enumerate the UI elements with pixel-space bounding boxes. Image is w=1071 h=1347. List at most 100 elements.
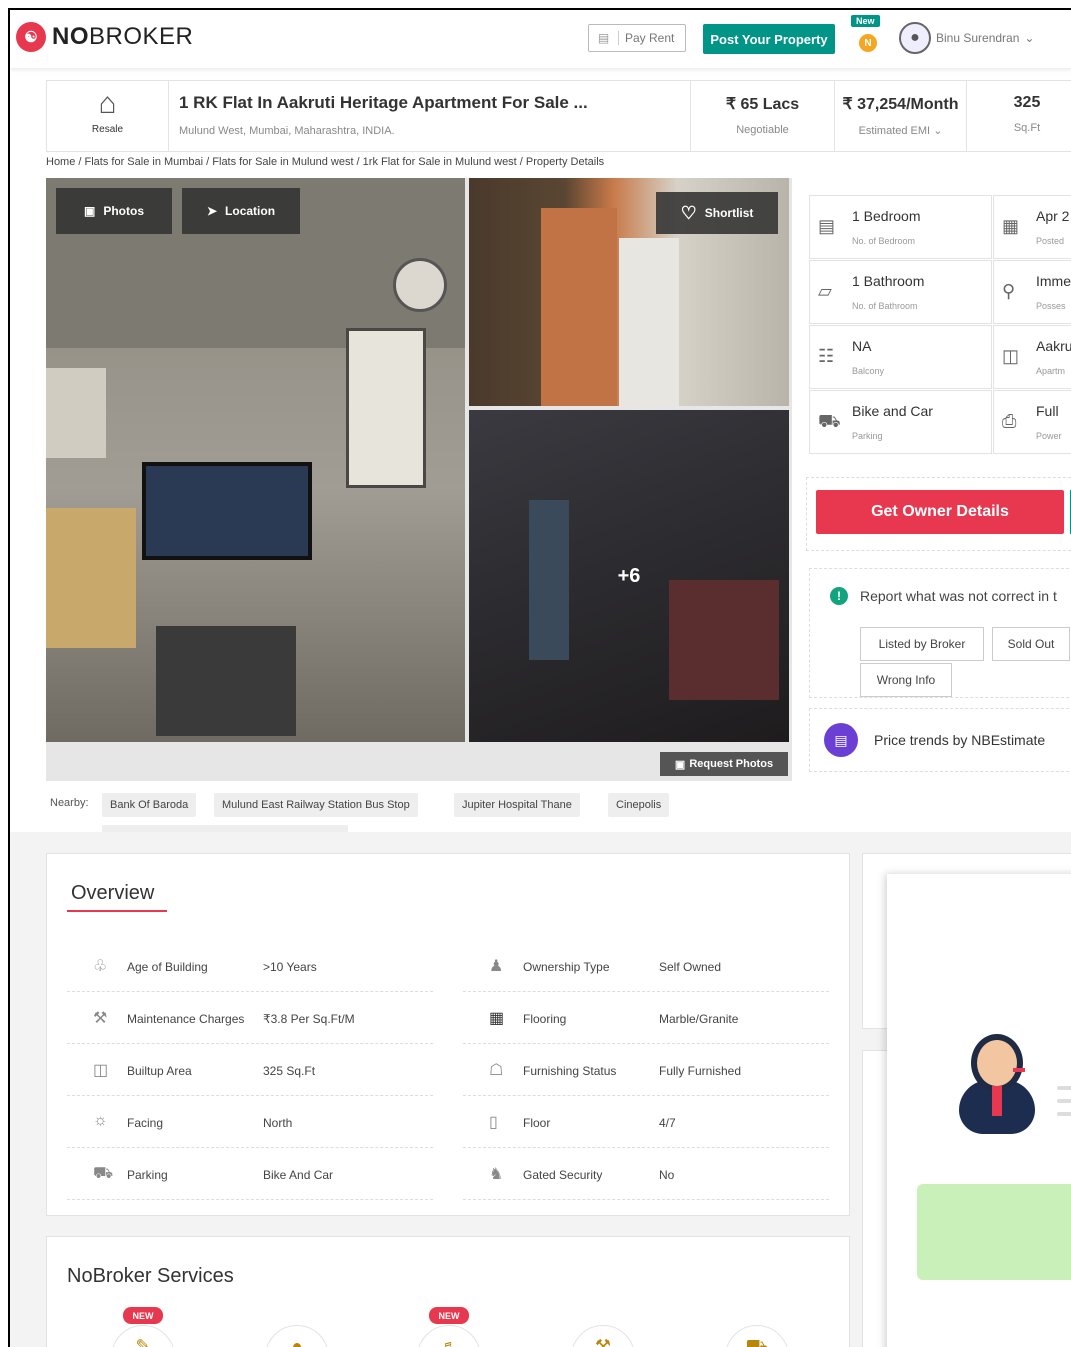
property-address: Mulund West, Mumbai, Maharashtra, INDIA.	[179, 125, 395, 137]
car-icon: ⛟	[93, 1165, 114, 1182]
car-icon: ⛟	[818, 411, 841, 431]
compass-icon: ☼	[93, 1112, 108, 1129]
menu-icon[interactable]	[1057, 1086, 1071, 1125]
fact-possession: ⚲ Imme Posses	[993, 260, 1071, 324]
fact-posted: ▦ Apr 2 Posted	[993, 195, 1071, 259]
listed-by-broker-button[interactable]: Listed by Broker	[860, 627, 984, 661]
nearby-label: Nearby:	[50, 797, 89, 809]
wrong-info-button[interactable]: Wrong Info	[860, 663, 952, 697]
shortlist-button[interactable]: ♡ Shortlist	[656, 192, 778, 234]
secondary-photo-room[interactable]: +6	[469, 410, 789, 742]
photos-label: Photos	[103, 204, 144, 218]
breadcrumb[interactable]: Home / Flats for Sale in Mumbai / Flats …	[46, 156, 604, 168]
card-icon: ▤	[589, 31, 619, 45]
area-icon: ◫	[93, 1062, 109, 1079]
price-trends-link[interactable]: ▤ Price trends by NBEstimate	[809, 708, 1071, 772]
overview-row: ◫ Builtup Area 325 Sq.Ft	[67, 1044, 433, 1096]
service-paint-icon[interactable]: ✎	[111, 1325, 175, 1347]
info-icon: !	[830, 587, 848, 605]
photo-gallery: +6 ▣ Photos ➤ Location ♡ Shortlist ▣ Request…	[46, 178, 792, 781]
emi-sub: Estimated EMI ⌄	[858, 125, 943, 137]
service-truck-icon[interactable]: ⛟	[725, 1325, 789, 1347]
report-box: ! Report what was not correct in t Liste…	[809, 568, 1071, 698]
price-trends-label: Price trends by NBEstimate	[874, 732, 1046, 748]
overview-row: ▦ Flooring Marble/Granite	[463, 992, 829, 1044]
more-photos-count[interactable]: +6	[469, 410, 789, 742]
overview-row: ♧ Age of Building >10 Years	[67, 940, 433, 992]
image-icon: ▣	[674, 758, 686, 771]
overview-row: ▯ Floor 4/7	[463, 1096, 829, 1148]
nobroker-logo[interactable]: ☯ NOBROKER	[16, 22, 193, 52]
property-summary-bar: ⌂ Resale 1 RK Flat In Aakruti Heritage A…	[46, 80, 1071, 152]
user-menu[interactable]: ● Binu Surendran ⌄	[899, 22, 1034, 54]
nobroker-coin-icon[interactable]: N	[859, 34, 877, 52]
service-money-icon[interactable]: ●	[265, 1325, 329, 1347]
overview-row: ⚒ Maintenance Charges ₹3.8 Per Sq.Ft/M	[67, 992, 433, 1044]
nearby-chip[interactable]: Cinepolis	[608, 793, 670, 817]
support-agent-icon	[959, 1034, 1035, 1134]
price-sub: Negotiable	[736, 124, 789, 136]
fact-balcony: ☷ NA Balcony	[809, 325, 992, 389]
pay-rent-button[interactable]: ▤ Pay Rent	[588, 24, 686, 52]
service-repair-icon[interactable]: ⚒	[571, 1325, 635, 1347]
fact-power: ⎙ Full Power	[993, 390, 1071, 454]
area-sub: Sq.Ft	[1013, 122, 1041, 134]
overview-row: ☼ Facing North	[67, 1096, 433, 1148]
resale-label: Resale	[91, 124, 124, 135]
property-title: 1 RK Flat In Aakruti Heritage Apartment …	[179, 93, 588, 112]
nearby-chip[interactable]: Jupiter Hospital Thane	[454, 793, 580, 817]
camera-icon: ▣	[83, 204, 96, 218]
location-button[interactable]: ➤ Location	[182, 188, 300, 234]
fact-bathroom: ▱ 1 Bathroom No. of Bathroom	[809, 260, 992, 324]
request-photos-button[interactable]: ▣ Request Photos	[660, 752, 788, 776]
new-badge: NEW	[123, 1307, 163, 1324]
emi-block[interactable]: ₹ 37,254/Month Estimated EMI ⌄	[835, 81, 967, 151]
pay-rent-label: Pay Rent	[625, 31, 675, 45]
bar-chart-icon: ▤	[824, 723, 858, 757]
main-property-photo[interactable]	[46, 178, 465, 742]
building-icon: ◫	[1002, 346, 1020, 366]
service-cleaning-icon[interactable]: ♬	[417, 1325, 481, 1347]
chevron-down-icon: ⌄	[1024, 31, 1035, 45]
chat-support-popup[interactable]	[887, 874, 1071, 1347]
new-badge: New	[851, 15, 880, 27]
logo-text: NOBROKER	[52, 23, 194, 50]
chevron-down-icon: ⌄	[933, 125, 943, 137]
get-owner-details-button[interactable]: Get Owner Details	[816, 490, 1064, 534]
avatar: ●	[899, 22, 931, 54]
fact-bedroom: ▤ 1 Bedroom No. of Bedroom	[809, 195, 992, 259]
nearby-chip[interactable]: Bank Of Baroda	[102, 793, 197, 817]
floor-icon: ▯	[489, 1114, 498, 1131]
user-name: Binu Surendran	[936, 31, 1020, 45]
chat-message-bubble	[917, 1184, 1071, 1280]
calendar-icon: ▦	[1002, 216, 1020, 236]
power-icon: ⎙	[1002, 411, 1017, 431]
overview-row: ⛟ Parking Bike And Car	[67, 1148, 433, 1200]
area-block: 325 Sq.Ft	[967, 81, 1071, 151]
sold-out-button[interactable]: Sold Out	[992, 627, 1070, 661]
balcony-icon: ☷	[818, 346, 835, 366]
request-photos-label: Request Photos	[689, 758, 774, 770]
photos-button[interactable]: ▣ Photos	[56, 188, 172, 234]
post-property-button[interactable]: Post Your Property	[703, 24, 835, 54]
nearby-chip[interactable]: Mulund East Railway Station Bus Stop	[214, 793, 418, 817]
top-navbar: ☯ NOBROKER ▤ Pay Rent Post Your Property…	[10, 10, 1071, 68]
overview-card: Overview ♧ Age of Building >10 Years ⚒ Main…	[46, 853, 850, 1216]
house-rupee-icon: ⌂	[98, 87, 117, 120]
owner-icon: ♟	[489, 958, 504, 975]
new-badge: NEW	[429, 1307, 469, 1324]
sofa-icon: ☖	[489, 1062, 504, 1079]
price-value: ₹ 65 Lacs	[725, 96, 800, 113]
heart-icon: ♡	[680, 202, 697, 223]
bed-icon: ▤	[818, 216, 836, 236]
tiles-icon: ▦	[489, 1010, 505, 1027]
logo-mark-icon: ☯	[16, 22, 46, 52]
overview-row: ♞ Gated Security No	[463, 1148, 829, 1200]
bathtub-icon: ▱	[818, 281, 832, 301]
resale-tag: ⌂ Resale	[47, 81, 169, 151]
cake-icon: ♧	[93, 958, 108, 975]
property-title-block: 1 RK Flat In Aakruti Heritage Apartment …	[169, 81, 691, 151]
location-label: Location	[225, 204, 276, 218]
tools-icon: ⚒	[93, 1010, 108, 1027]
guard-icon: ♞	[489, 1166, 504, 1183]
